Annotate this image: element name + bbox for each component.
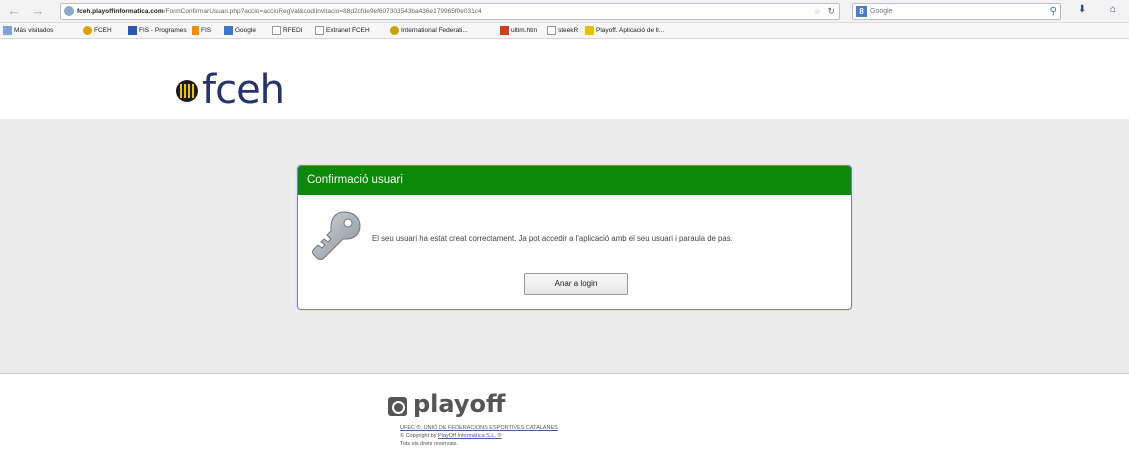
url-host: fceh.playoffinformatica.com <box>77 8 164 15</box>
bookmark-item[interactable]: FCEH <box>83 23 112 38</box>
bookmark-label: steekR <box>558 27 579 34</box>
page-icon <box>315 26 324 35</box>
search-bar[interactable]: 8 Google ⚲ <box>852 3 1061 20</box>
google-icon <box>224 26 233 35</box>
bookmark-star-icon[interactable]: ☆ <box>814 4 821 19</box>
bookmark-label: FIS <box>201 27 212 34</box>
reload-icon[interactable]: ↻ <box>827 4 835 19</box>
search-icon[interactable]: ⚲ <box>1050 4 1057 19</box>
download-icon[interactable]: ⬇ <box>1078 4 1086 15</box>
rights-reserved: Tots els drets reservats. <box>400 441 459 447</box>
most-visited-icon <box>3 26 12 35</box>
bookmark-item[interactable]: Más visitados <box>3 23 53 38</box>
dialog-header: Confirmació usuari <box>298 166 851 195</box>
bookmark-item[interactable]: Extranet FCEH <box>315 23 370 38</box>
browser-navbar: ← → fceh.playoffinformatica.com/FormConf… <box>0 0 1129 23</box>
url-bar[interactable]: fceh.playoffinformatica.com/FormConfirma… <box>60 3 840 20</box>
confirmation-dialog: Confirmació usuari El seu usuari ha esta… <box>297 165 852 310</box>
bookmark-label: Google <box>235 27 256 34</box>
bookmark-item[interactable]: Google <box>224 23 256 38</box>
bookmark-label: FCEH <box>94 27 112 34</box>
playoff-link[interactable]: PlayOff Informàtica S.L. ® <box>438 433 502 439</box>
bookmark-item[interactable]: Playoff. Aplicació de ll... <box>585 23 664 38</box>
copyright-line: © Copyright by PlayOff Informàtica S.L. … <box>400 432 558 440</box>
bookmark-item[interactable]: FIS <box>192 23 211 38</box>
key-icon <box>312 211 361 260</box>
page-header: fceh <box>0 39 1129 119</box>
bookmark-label: Extranet FCEH <box>326 27 370 34</box>
copyright-prefix: © Copyright by <box>400 433 438 439</box>
bookmark-item[interactable]: FIS - Programes <box>128 23 187 38</box>
playoff-emblem-icon <box>388 397 407 416</box>
confirmation-message: El seu usuari ha estat creat correctamen… <box>372 234 733 243</box>
ufec-link[interactable]: UFEC ®, UNIÓ DE FEDERACIONS ESPORTIVES C… <box>400 424 558 432</box>
bookmark-label: Playoff. Aplicació de ll... <box>596 27 665 34</box>
fceh-icon <box>83 26 92 35</box>
fis-small-icon <box>192 26 199 35</box>
bookmark-item[interactable]: ultim.htm <box>500 23 537 38</box>
fceh-emblem-icon <box>176 80 198 102</box>
site-identity-icon[interactable] <box>64 6 74 16</box>
go-to-login-button[interactable]: Anar a login <box>524 273 628 295</box>
federation-icon <box>390 26 399 35</box>
playoff-icon <box>585 26 594 35</box>
bookmark-label: Más visitados <box>14 27 54 34</box>
home-icon[interactable]: ⌂ <box>1110 4 1116 15</box>
bookmark-label: RFEDI <box>283 27 303 34</box>
bookmark-item[interactable]: RFEDI <box>272 23 303 38</box>
bookmark-item[interactable]: steekR <box>547 23 578 38</box>
page-icon <box>272 26 281 35</box>
bookmark-item[interactable]: International Federati... <box>390 23 468 38</box>
forward-icon[interactable]: → <box>30 3 46 19</box>
bookmark-label: International Federati... <box>401 27 468 34</box>
page-icon <box>547 26 556 35</box>
logo-text: fceh <box>202 67 285 113</box>
bookmark-label: FIS - Programes <box>139 27 187 34</box>
back-icon[interactable]: ← <box>6 3 22 19</box>
footer-text: UFEC ®, UNIÓ DE FEDERACIONS ESPORTIVES C… <box>400 424 558 448</box>
playoff-logo-text: playoff <box>413 390 506 418</box>
search-engine-icon[interactable]: 8 <box>856 6 867 17</box>
url-path: /FormConfirmarUsuari.php?accio=accioRegV… <box>163 8 482 15</box>
html-icon <box>500 26 509 35</box>
bookmark-label: ultim.htm <box>511 27 538 34</box>
dialog-title: Confirmació usuari <box>307 174 403 186</box>
fis-icon <box>128 26 137 35</box>
bookmarks-bar: Más visitados FCEH FIS - Programes FIS G… <box>0 23 1129 39</box>
search-placeholder: Google <box>870 8 893 15</box>
